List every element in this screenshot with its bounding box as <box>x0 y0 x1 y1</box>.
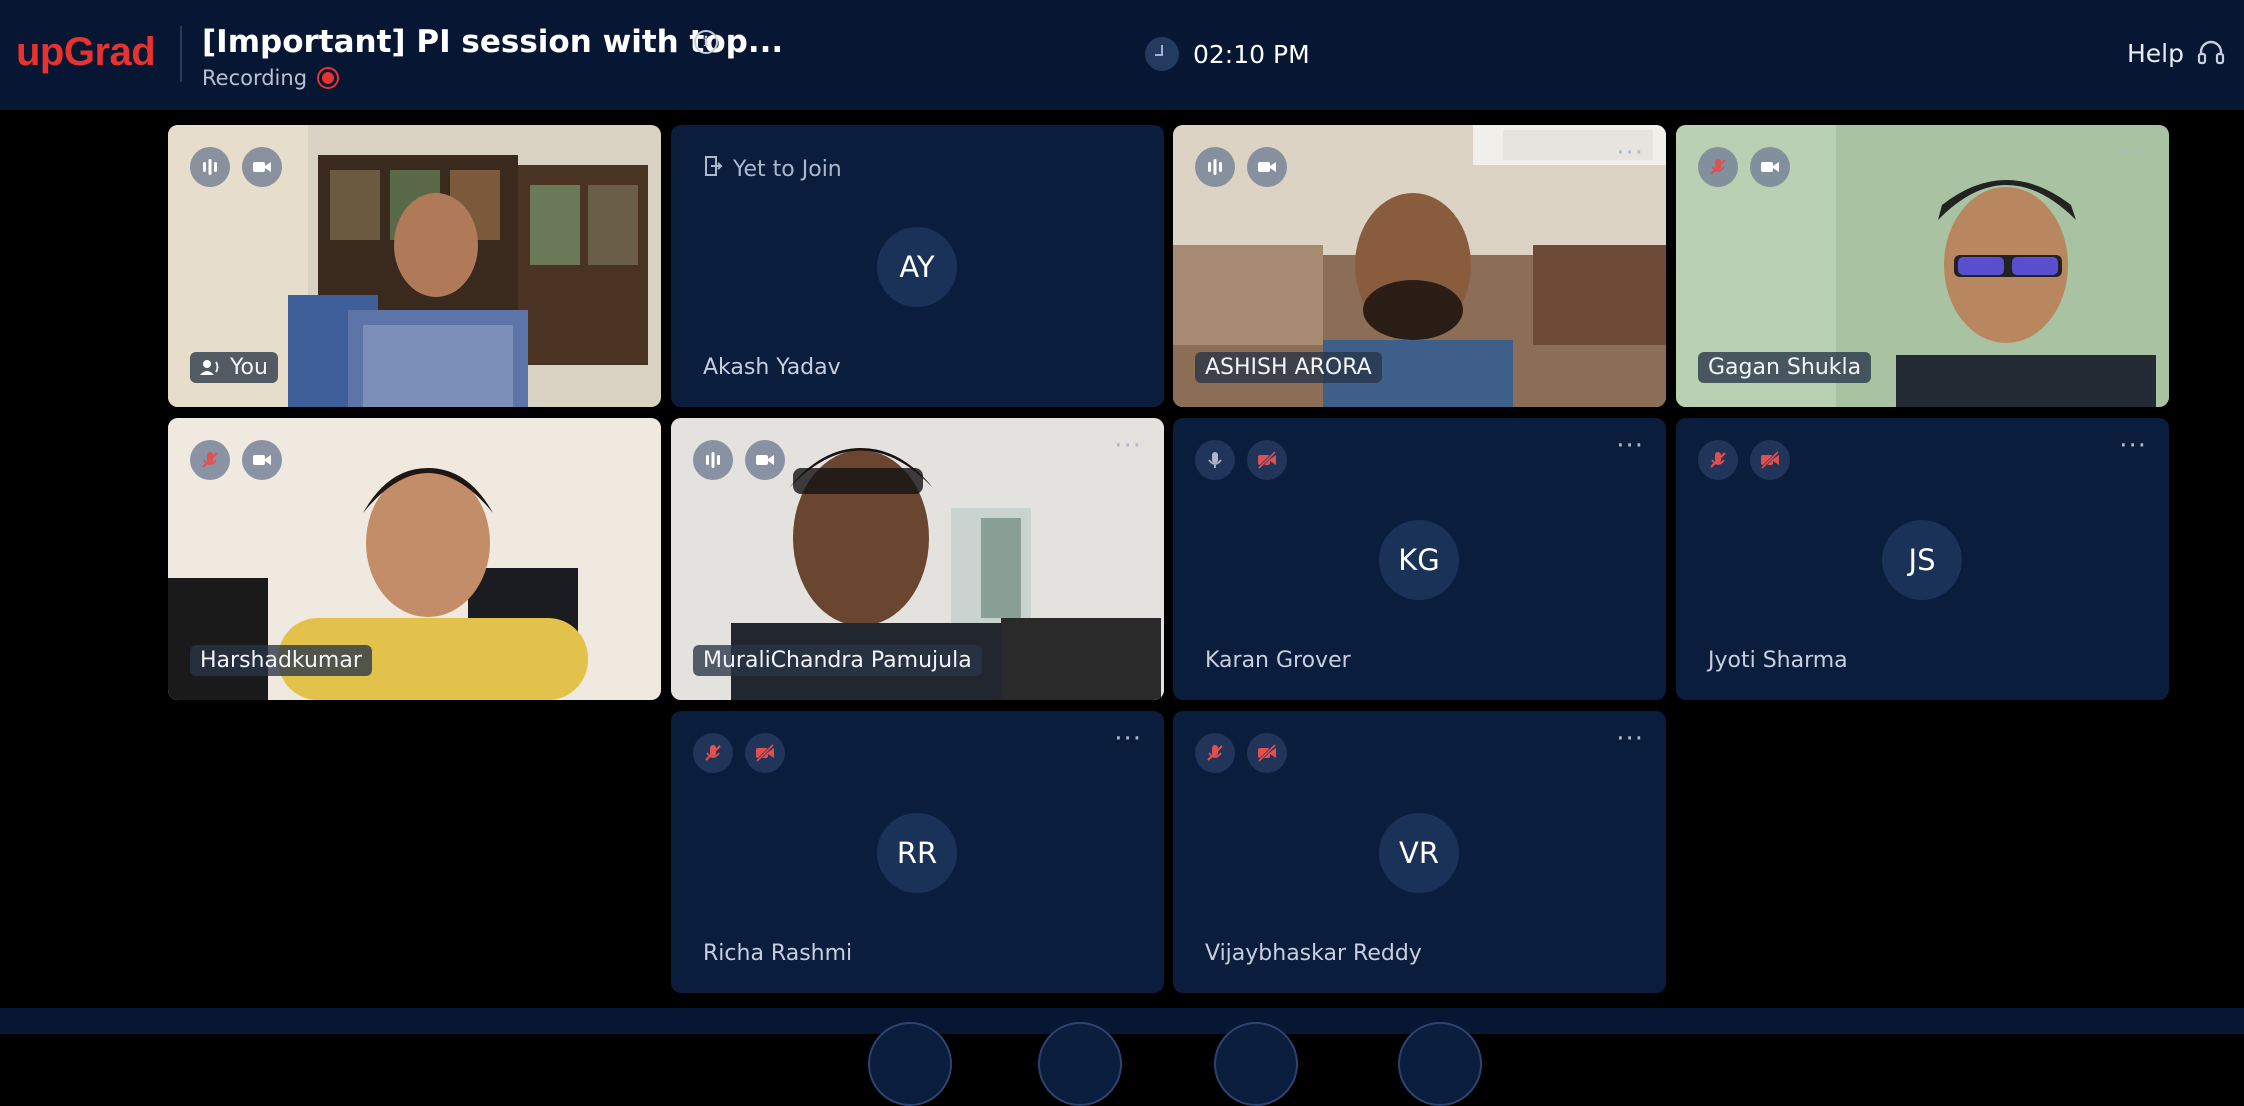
audio-level-icon[interactable] <box>190 147 230 187</box>
participant-name: Jyoti Sharma <box>1708 648 1848 673</box>
mic-muted-icon[interactable] <box>190 440 230 480</box>
participant-tile-jyoti-sharma[interactable]: ··· JS Jyoti Sharma <box>1676 418 2169 700</box>
participant-grid: You Yet to Join AY Akash Yadav ··· ASHIS… <box>0 0 2244 1034</box>
camera-on-icon[interactable] <box>1247 147 1287 187</box>
more-controls-button[interactable] <box>1398 1022 1482 1106</box>
bottom-control-bar <box>0 1008 2244 1106</box>
camera-off-icon[interactable] <box>745 733 785 773</box>
record-dot-icon <box>317 67 340 89</box>
tile-controls <box>190 147 282 187</box>
help-button[interactable]: Help <box>2127 38 2226 68</box>
participant-name: You <box>190 352 278 383</box>
camera-off-icon[interactable] <box>1247 733 1287 773</box>
participant-tile-muralichandra-pamujula[interactable]: ··· MuraliChandra Pamujula <box>671 418 1164 700</box>
mic-muted-icon[interactable] <box>1698 147 1738 187</box>
info-icon[interactable]: i <box>694 30 718 54</box>
door-exit-icon <box>703 155 723 183</box>
tile-controls <box>1195 147 1287 187</box>
camera-off-icon[interactable] <box>1247 440 1287 480</box>
camera-on-icon[interactable] <box>242 440 282 480</box>
help-label: Help <box>2127 38 2184 68</box>
tile-controls <box>1195 440 1287 480</box>
tile-controls <box>190 440 282 480</box>
tile-controls <box>693 440 785 480</box>
more-options-icon[interactable]: ··· <box>1114 433 1142 459</box>
more-options-icon[interactable]: ··· <box>1114 726 1142 752</box>
avatar: VR <box>1379 813 1459 893</box>
participant-tile-ashish-arora[interactable]: ··· ASHISH ARORA <box>1173 125 1666 407</box>
participant-name: Karan Grover <box>1205 648 1351 673</box>
participant-name: ASHISH ARORA <box>1195 352 1382 383</box>
participant-name: Richa Rashmi <box>703 941 853 966</box>
participant-name: Akash Yadav <box>703 355 841 380</box>
participant-name: Vijaybhaskar Reddy <box>1205 941 1422 966</box>
tile-controls <box>1195 733 1287 773</box>
mic-muted-icon[interactable] <box>1698 440 1738 480</box>
audio-level-icon[interactable] <box>693 440 733 480</box>
header-divider <box>180 26 182 82</box>
mic-toggle-button[interactable] <box>868 1022 952 1106</box>
participant-name: Gagan Shukla <box>1698 352 1872 383</box>
avatar: AY <box>877 227 957 307</box>
more-options-icon[interactable]: ··· <box>2119 433 2147 459</box>
audio-level-icon[interactable] <box>1195 147 1235 187</box>
join-status: Yet to Join <box>703 155 842 183</box>
join-status-label: Yet to Join <box>733 156 842 182</box>
more-options-icon[interactable]: ··· <box>1616 140 1644 166</box>
mic-muted-icon[interactable] <box>1195 733 1235 773</box>
camera-on-icon[interactable] <box>745 440 785 480</box>
participant-name: Harshadkumar <box>190 645 372 676</box>
speaker-person-icon <box>200 360 219 375</box>
mic-on-icon[interactable] <box>1195 440 1235 480</box>
mic-muted-icon[interactable] <box>693 733 733 773</box>
camera-on-icon[interactable] <box>1750 147 1790 187</box>
participant-tile-richa-rashmi[interactable]: ··· RR Richa Rashmi <box>671 711 1164 993</box>
camera-toggle-button[interactable] <box>1038 1022 1122 1106</box>
participant-tile-harshadkumar[interactable]: Harshadkumar <box>168 418 661 700</box>
participant-tile-akash-yadav[interactable]: Yet to Join AY Akash Yadav <box>671 125 1164 407</box>
more-options-icon[interactable]: ··· <box>2119 140 2147 166</box>
participant-tile-gagan-shukla[interactable]: ··· Gagan Shukla <box>1676 125 2169 407</box>
tile-controls <box>1698 147 1790 187</box>
upgrad-logo: upGrad <box>16 30 156 74</box>
camera-off-icon[interactable] <box>1750 440 1790 480</box>
participant-tile-karan-grover[interactable]: ··· KG Karan Grover <box>1173 418 1666 700</box>
recording-label: Recording <box>202 66 308 90</box>
recording-indicator: Recording <box>202 66 340 90</box>
clock-time: 02:10 PM <box>1193 39 1310 69</box>
headset-icon <box>2196 38 2226 68</box>
participant-name: MuraliChandra Pamujula <box>693 645 982 676</box>
avatar: KG <box>1379 520 1459 600</box>
participant-tile-vijaybhaskar-reddy[interactable]: ··· VR Vijaybhaskar Reddy <box>1173 711 1666 993</box>
more-options-icon[interactable]: ··· <box>1616 726 1644 752</box>
avatar: JS <box>1882 520 1962 600</box>
tile-controls <box>1698 440 1790 480</box>
top-bar: upGrad [Important] PI session with top..… <box>0 0 2244 110</box>
tile-controls <box>693 733 785 773</box>
participant-tile-you[interactable]: You <box>168 125 661 407</box>
more-options-icon[interactable]: ··· <box>1616 433 1644 459</box>
clock-icon <box>1145 37 1179 71</box>
screen-share-button[interactable] <box>1214 1022 1298 1106</box>
camera-on-icon[interactable] <box>242 147 282 187</box>
avatar: RR <box>877 813 957 893</box>
session-clock: 02:10 PM <box>1145 37 1310 71</box>
